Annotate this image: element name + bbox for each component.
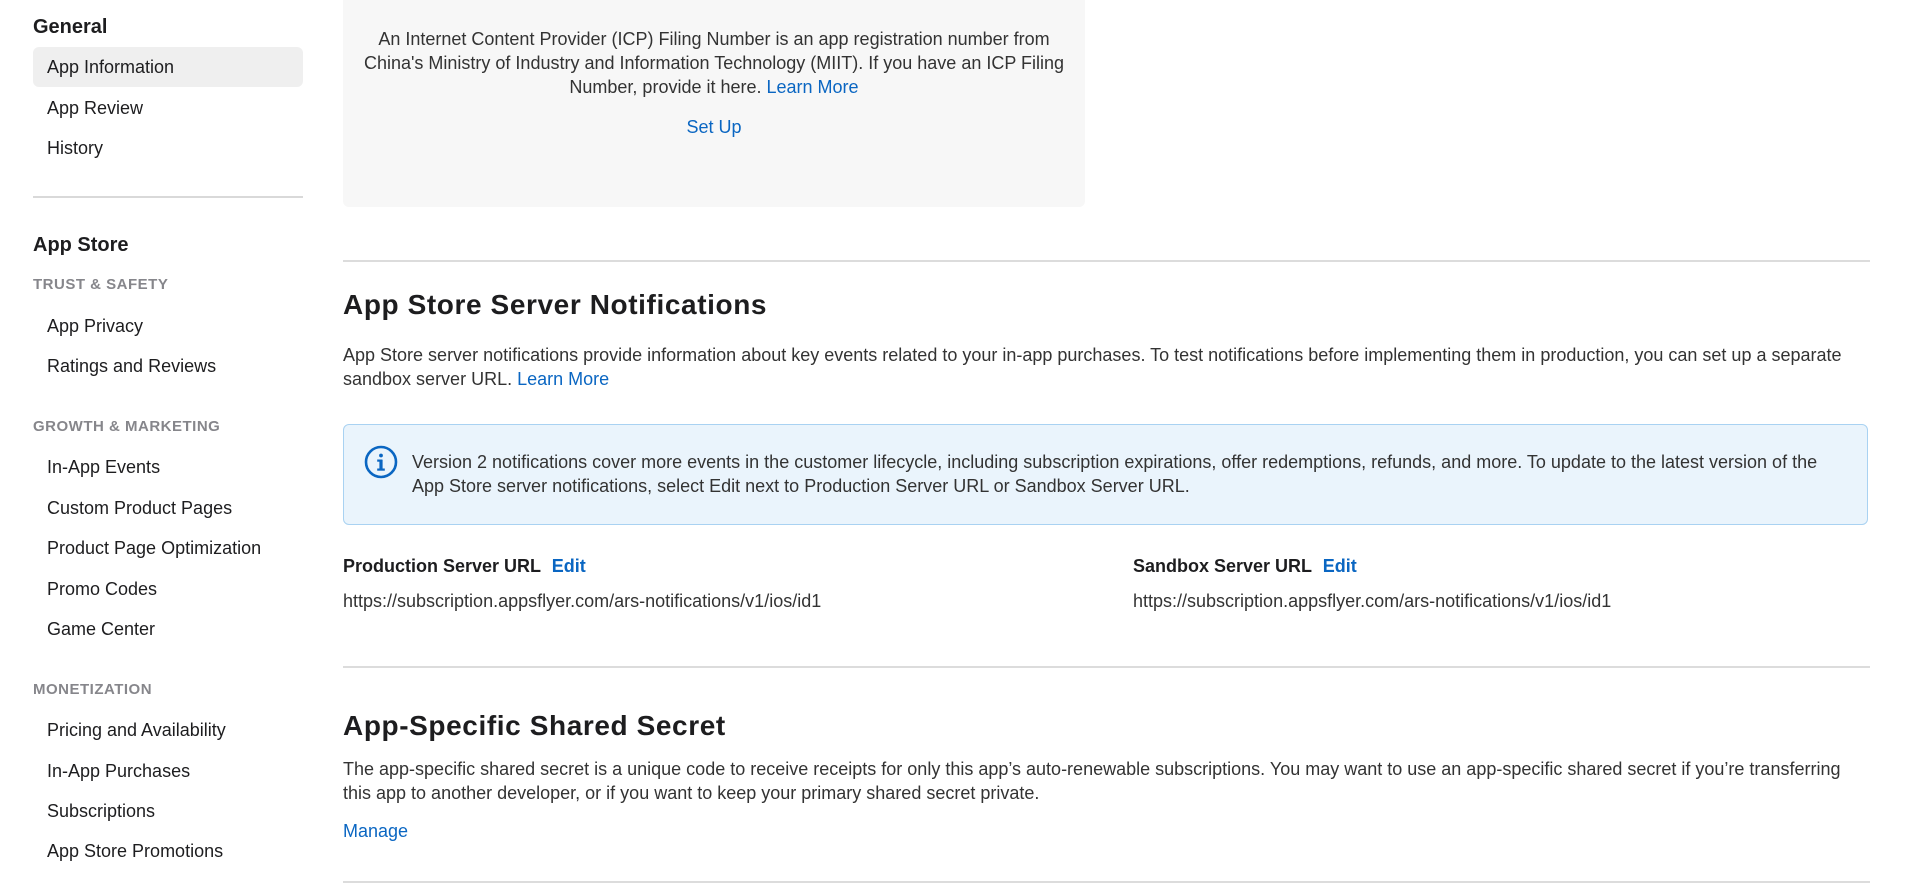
sidebar-item-pricing-and-availability[interactable]: Pricing and Availability bbox=[33, 710, 303, 750]
sidebar-section-monetization: MONETIZATION bbox=[33, 681, 153, 698]
sidebar-section-trust-safety: TRUST & SAFETY bbox=[33, 276, 169, 293]
sidebar-group-general-title: General bbox=[33, 16, 108, 38]
notifications-title: App Store Server Notifications bbox=[343, 289, 768, 320]
sidebar-item-product-page-optimization[interactable]: Product Page Optimization bbox=[33, 528, 303, 568]
notifications-learn-more-link[interactable]: Learn More bbox=[517, 369, 609, 389]
sidebar-group-app-store-title: App Store bbox=[33, 234, 129, 256]
shared-secret-description: The app-specific shared secret is a uniq… bbox=[343, 759, 1841, 803]
sidebar-item-game-center[interactable]: Game Center bbox=[33, 609, 303, 649]
sandbox-url-label-row: Sandbox Server URL Edit bbox=[1133, 556, 1357, 577]
notifications-info-banner: Version 2 notifications cover more event… bbox=[343, 424, 1868, 525]
sandbox-url-edit-link[interactable]: Edit bbox=[1323, 556, 1357, 576]
icp-learn-more-link[interactable]: Learn More bbox=[767, 77, 859, 97]
shared-secret-manage-link[interactable]: Manage bbox=[343, 821, 408, 842]
sidebar-item-app-review[interactable]: App Review bbox=[33, 88, 303, 128]
production-url-label-row: Production Server URL Edit bbox=[343, 556, 586, 577]
production-url-value: https://subscription.appsflyer.com/ars-n… bbox=[343, 591, 822, 611]
sidebar-item-app-privacy[interactable]: App Privacy bbox=[33, 306, 303, 346]
section-divider bbox=[343, 881, 1870, 883]
shared-secret-title: App-Specific Shared Secret bbox=[343, 710, 726, 741]
sidebar-item-subscriptions[interactable]: Subscriptions bbox=[33, 791, 303, 831]
sidebar-section-growth-marketing: GROWTH & MARKETING bbox=[33, 418, 221, 435]
sidebar-item-promo-codes[interactable]: Promo Codes bbox=[33, 569, 303, 609]
sidebar-item-app-store-promotions[interactable]: App Store Promotions bbox=[33, 831, 303, 871]
icp-description: An Internet Content Provider (ICP) Filin… bbox=[363, 27, 1065, 99]
notifications-description: App Store server notifications provide i… bbox=[343, 343, 1870, 391]
icp-setup-link[interactable]: Set Up bbox=[686, 117, 741, 137]
production-url-label: Production Server URL bbox=[343, 556, 541, 576]
section-divider bbox=[343, 666, 1870, 668]
sidebar-item-in-app-events[interactable]: In-App Events bbox=[33, 447, 303, 487]
sandbox-url-label: Sandbox Server URL bbox=[1133, 556, 1312, 576]
sidebar-item-ratings-and-reviews[interactable]: Ratings and Reviews bbox=[33, 346, 303, 386]
info-banner-text: Version 2 notifications cover more event… bbox=[412, 452, 1818, 496]
icp-description-text: An Internet Content Provider (ICP) Filin… bbox=[363, 29, 1065, 97]
sidebar-item-in-app-purchases[interactable]: In-App Purchases bbox=[33, 751, 303, 791]
icp-setup-wrapper: Set Up bbox=[343, 117, 1085, 138]
sidebar-item-app-information[interactable]: App Information bbox=[33, 47, 303, 87]
sidebar-item-history[interactable]: History bbox=[33, 128, 303, 168]
icp-filing-panel: An Internet Content Provider (ICP) Filin… bbox=[343, 0, 1085, 207]
sidebar-item-custom-product-pages[interactable]: Custom Product Pages bbox=[33, 488, 303, 528]
info-circle-icon bbox=[364, 445, 398, 479]
sidebar-divider bbox=[33, 196, 303, 198]
sandbox-url-value: https://subscription.appsflyer.com/ars-n… bbox=[1133, 591, 1612, 611]
production-url-edit-link[interactable]: Edit bbox=[552, 556, 586, 576]
section-divider bbox=[343, 260, 1870, 262]
